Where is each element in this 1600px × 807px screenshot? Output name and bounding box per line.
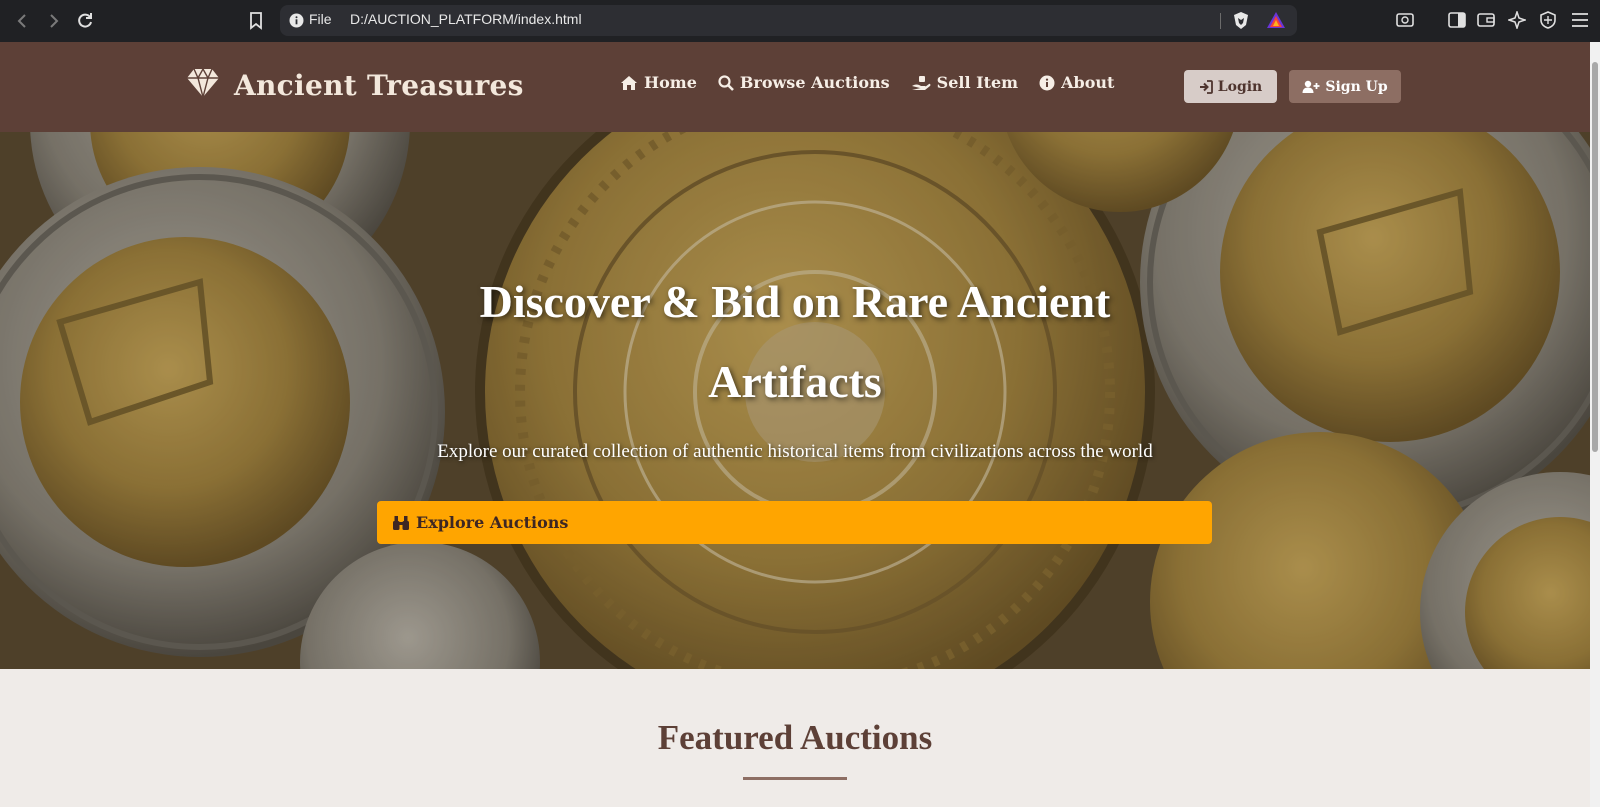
user-plus-icon bbox=[1302, 80, 1320, 93]
wallet-icon[interactable] bbox=[1475, 9, 1497, 31]
hand-holding-icon bbox=[911, 75, 931, 90]
rewards-triangle-icon[interactable] bbox=[1266, 11, 1286, 33]
sign-in-icon bbox=[1199, 79, 1213, 94]
info-circle-icon bbox=[1039, 75, 1055, 90]
explore-auctions-button[interactable]: Explore Auctions bbox=[377, 501, 1212, 544]
main-nav: Home Browse Auctions Sell Item About bbox=[620, 73, 1135, 92]
binoculars-icon bbox=[393, 515, 409, 530]
url-text[interactable]: D:/AUCTION_PLATFORM/index.html bbox=[350, 11, 582, 27]
site-header: Ancient Treasures Home Browse Auctions S… bbox=[0, 42, 1590, 132]
nav-sell-label: Sell Item bbox=[936, 73, 1019, 92]
vpn-shield-icon[interactable] bbox=[1537, 9, 1559, 31]
info-icon[interactable] bbox=[289, 13, 304, 32]
featured-auctions-heading: Featured Auctions bbox=[657, 718, 933, 757]
nav-home[interactable]: Home bbox=[620, 73, 697, 92]
signup-label: Sign Up bbox=[1325, 78, 1388, 95]
search-icon bbox=[718, 74, 734, 91]
brave-shield-icon[interactable] bbox=[1232, 11, 1250, 34]
sidebar-icon[interactable] bbox=[1446, 9, 1468, 31]
signup-button[interactable]: Sign Up bbox=[1289, 70, 1401, 103]
ai-sparkle-icon[interactable] bbox=[1506, 9, 1528, 31]
url-divider bbox=[1220, 13, 1221, 29]
bookmark-icon[interactable] bbox=[243, 8, 269, 34]
explore-auctions-label: Explore Auctions bbox=[416, 513, 569, 532]
brand-logo[interactable]: Ancient Treasures bbox=[186, 67, 524, 102]
nav-home-label: Home bbox=[644, 73, 697, 92]
nav-browse-label: Browse Auctions bbox=[739, 73, 890, 92]
screenshot-icon[interactable] bbox=[1394, 9, 1416, 31]
menu-icon[interactable] bbox=[1569, 9, 1591, 31]
hero-title: Discover & Bid on Rare Ancient Artifacts bbox=[479, 276, 1111, 407]
hero-section: Discover & Bid on Rare Ancient Artifacts … bbox=[0, 132, 1590, 669]
home-icon bbox=[621, 75, 637, 90]
nav-browse-auctions[interactable]: Browse Auctions bbox=[718, 73, 890, 92]
address-bar[interactable]: File D:/AUCTION_PLATFORM/index.html bbox=[280, 5, 1297, 36]
forward-icon[interactable] bbox=[41, 8, 67, 34]
brand-name: Ancient Treasures bbox=[234, 68, 524, 102]
heading-underline bbox=[743, 777, 847, 780]
login-button[interactable]: Login bbox=[1184, 70, 1277, 103]
gem-icon bbox=[186, 67, 220, 102]
reload-icon[interactable] bbox=[72, 8, 98, 34]
back-icon[interactable] bbox=[9, 8, 35, 34]
browser-toolbar: File D:/AUCTION_PLATFORM/index.html bbox=[0, 0, 1600, 42]
nav-about-label: About bbox=[1061, 73, 1115, 92]
page-scrollbar[interactable] bbox=[1590, 42, 1600, 807]
nav-sell-item[interactable]: Sell Item bbox=[911, 73, 1018, 92]
nav-about[interactable]: About bbox=[1039, 73, 1114, 92]
login-label: Login bbox=[1217, 78, 1263, 95]
url-scheme-label: File bbox=[309, 11, 332, 27]
scrollbar-thumb[interactable] bbox=[1592, 62, 1598, 452]
hero-subtitle: Explore our curated collection of authen… bbox=[437, 441, 1153, 462]
